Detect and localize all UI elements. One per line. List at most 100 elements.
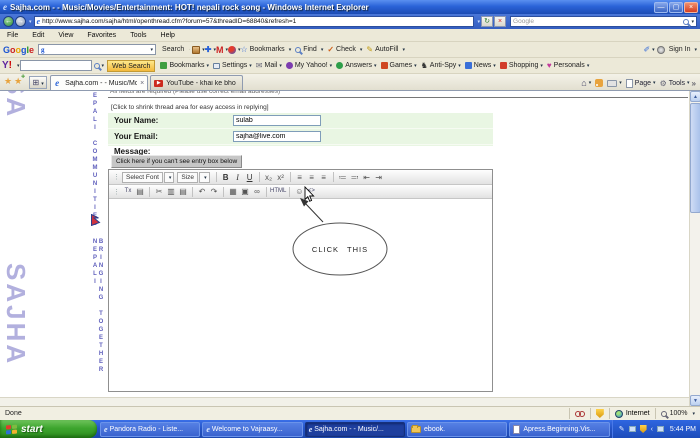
- tab-sajha[interactable]: e Sajha.com - - Music/Movi... ×: [50, 75, 148, 90]
- outdent-button[interactable]: ⇤: [361, 172, 373, 183]
- privacy-indicator[interactable]: [569, 408, 590, 419]
- align-right-button[interactable]: ≡: [318, 172, 330, 183]
- refresh-button[interactable]: ↻: [481, 16, 493, 27]
- tab-close-icon[interactable]: ×: [140, 80, 144, 87]
- gmail-icon[interactable]: M: [216, 45, 224, 55]
- superscript-button[interactable]: x²: [275, 172, 287, 183]
- tray-pen-icon[interactable]: ✎: [619, 425, 625, 433]
- redo-button[interactable]: ↷: [208, 186, 220, 197]
- italic-button[interactable]: I: [232, 172, 244, 183]
- send-to-icon[interactable]: [192, 46, 200, 54]
- size-dropdown[interactable]: Size: [177, 172, 198, 183]
- tools-menu-button[interactable]: ⚙ Tools▾: [660, 79, 690, 88]
- page-menu-button[interactable]: Page▾: [626, 79, 656, 88]
- menu-help[interactable]: Help: [154, 31, 182, 40]
- paste-button[interactable]: ▤: [177, 186, 189, 197]
- insert-link-button[interactable]: ∞: [251, 186, 263, 197]
- bullet-list-button[interactable]: ≔: [337, 172, 349, 183]
- google-search-button[interactable]: Search: [162, 46, 184, 53]
- yahoo-games-button[interactable]: Games▾: [381, 62, 417, 69]
- url-field[interactable]: e http://www.sajha.com/sajha/html/openth…: [34, 16, 474, 27]
- close-button[interactable]: ×: [684, 2, 698, 13]
- copy-button[interactable]: ▥: [165, 186, 177, 197]
- insert-table-button[interactable]: ▦: [227, 186, 239, 197]
- tab-youtube[interactable]: ▶ YouTube - khai ke bho: [150, 75, 243, 90]
- autofill-dropdown-icon[interactable]: ▾: [402, 47, 405, 53]
- google-bookmarks-button[interactable]: Bookmarks: [250, 46, 285, 53]
- size-dropdown-caret-icon[interactable]: ▾: [199, 172, 210, 183]
- yahoo-mail-button[interactable]: ✉Mail▾: [256, 61, 282, 70]
- menu-favorites[interactable]: Favorites: [80, 31, 123, 40]
- quick-tabs-button[interactable]: ⊞▾: [29, 76, 47, 89]
- restore-button[interactable]: ▢: [669, 2, 683, 13]
- google-search-input[interactable]: g ▾: [38, 44, 156, 55]
- vertical-scrollbar[interactable]: ▲ ▼: [689, 91, 700, 406]
- bold-button[interactable]: B: [220, 172, 232, 183]
- web-search-button[interactable]: Web Search: [107, 60, 155, 72]
- bookmarks-dropdown-icon[interactable]: ▾: [289, 47, 292, 53]
- yahoo-bookmarks-button[interactable]: Bookmarks▾: [160, 62, 209, 69]
- google-search-dropdown-icon[interactable]: ▾: [151, 47, 154, 53]
- favorites-star-icon[interactable]: ★: [4, 76, 12, 87]
- toolbar-options-icon[interactable]: ✐: [643, 45, 650, 54]
- yahoo-shopping-button[interactable]: Shopping▾: [500, 62, 543, 69]
- check-dropdown-icon[interactable]: ▾: [360, 47, 363, 53]
- yahoo-logo[interactable]: Y!: [2, 60, 12, 71]
- zoom-control[interactable]: 100%▾: [655, 408, 700, 419]
- autofill-icon[interactable]: ✎: [366, 45, 373, 54]
- sign-in-dropdown-icon[interactable]: ▾: [694, 47, 697, 53]
- yahoo-news-button[interactable]: News▾: [465, 62, 496, 69]
- tray-collapse-icon[interactable]: ‹: [651, 426, 653, 433]
- task-pandora[interactable]: ePandora Radio - Liste...: [100, 422, 200, 437]
- undo-button[interactable]: ↶: [196, 186, 208, 197]
- url-dropdown-icon[interactable]: ▾: [478, 19, 481, 25]
- news-icon[interactable]: [228, 46, 236, 54]
- smiley-button[interactable]: ☺: [293, 186, 305, 197]
- name-input[interactable]: [233, 115, 321, 126]
- yahoo-search-input[interactable]: [20, 60, 92, 71]
- task-sajha[interactable]: eSajha.com - - Music/...: [305, 422, 405, 437]
- bookmarks-star-icon[interactable]: ☆: [241, 45, 248, 54]
- options-dropdown-icon[interactable]: ▾: [652, 47, 655, 53]
- menu-edit[interactable]: Edit: [25, 31, 51, 40]
- anti-spy-button[interactable]: ♞Anti-Spy▾: [421, 61, 461, 70]
- search-icon[interactable]: [683, 19, 689, 25]
- back-button[interactable]: ←: [3, 16, 14, 27]
- cut-button[interactable]: ✂: [153, 186, 165, 197]
- font-dropdown[interactable]: Select Font: [122, 172, 163, 183]
- indent-button[interactable]: ⇥: [373, 172, 385, 183]
- yahoo-answers-button[interactable]: Answers▾: [336, 62, 376, 69]
- yahoo-settings-button[interactable]: Settings▾: [213, 62, 252, 69]
- menu-file[interactable]: File: [0, 31, 25, 40]
- print-button[interactable]: ▾: [607, 80, 622, 87]
- source-code-button[interactable]: <>: [305, 186, 317, 197]
- scrollbar-thumb[interactable]: [690, 103, 700, 213]
- forward-button[interactable]: →: [15, 16, 26, 27]
- font-dropdown-caret-icon[interactable]: ▾: [164, 172, 175, 183]
- add-gadget-icon[interactable]: ✚: [205, 45, 212, 54]
- editor-text-area[interactable]: [109, 199, 492, 391]
- minimize-button[interactable]: —: [654, 2, 668, 13]
- security-indicator[interactable]: [590, 408, 609, 419]
- search-dropdown-icon[interactable]: ▾: [691, 19, 694, 25]
- find-button[interactable]: Find: [303, 46, 317, 53]
- email-input[interactable]: [233, 131, 321, 142]
- numbered-list-button[interactable]: ≕: [349, 172, 361, 183]
- personals-button[interactable]: ♥Personals▾: [547, 61, 589, 70]
- toolbar-overflow-icon[interactable]: »: [692, 79, 696, 88]
- task-vajra[interactable]: eWelcome to Vajraasy...: [202, 422, 302, 437]
- horizontal-scrollbar[interactable]: [0, 397, 689, 406]
- home-button[interactable]: ⌂▾: [581, 78, 591, 88]
- tray-display-icon[interactable]: [629, 426, 636, 432]
- feeds-button[interactable]: [595, 79, 603, 87]
- history-dropdown-icon[interactable]: ▾: [29, 19, 32, 25]
- format-painter-button[interactable]: ▤: [134, 186, 146, 197]
- search-box[interactable]: Google ▾: [510, 16, 697, 27]
- entry-box-button[interactable]: Click here if you can't see entry box be…: [111, 155, 242, 168]
- tray-network-icon[interactable]: [657, 426, 664, 432]
- autofill-button[interactable]: AutoFill: [375, 46, 398, 53]
- find-dropdown-icon[interactable]: ▾: [321, 47, 324, 53]
- spellcheck-icon[interactable]: ✓: [327, 45, 334, 54]
- my-yahoo-button[interactable]: My Yahoo!▾: [286, 62, 332, 69]
- remove-format-button[interactable]: Tx: [122, 186, 134, 197]
